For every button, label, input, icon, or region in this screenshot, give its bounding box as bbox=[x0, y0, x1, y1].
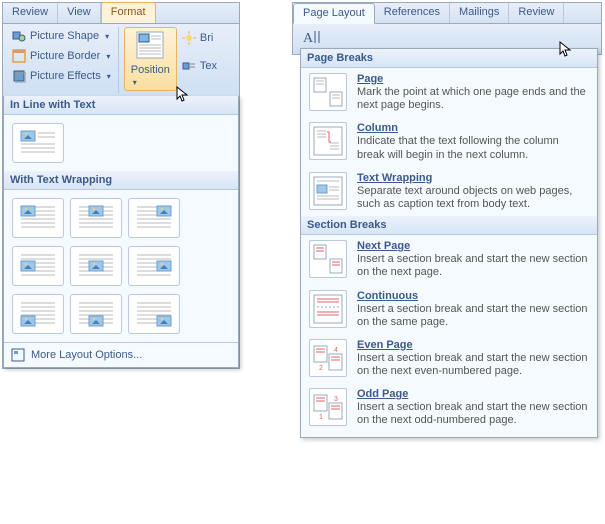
picture-border-button[interactable]: Picture Border▾ bbox=[8, 47, 115, 65]
position-option-5[interactable] bbox=[128, 246, 180, 286]
break-option-even-page[interactable]: 24Even PageInsert a section break and st… bbox=[301, 334, 597, 383]
break-icon: 24 bbox=[309, 339, 347, 377]
break-title: Next Page bbox=[357, 240, 589, 252]
tab-view[interactable]: View bbox=[58, 3, 101, 23]
breaks-menu: Page Breaks PageMark the point at which … bbox=[300, 48, 598, 438]
break-icon bbox=[309, 290, 347, 328]
break-icon bbox=[309, 122, 347, 160]
break-icon: 13 bbox=[309, 388, 347, 426]
svg-text:1: 1 bbox=[319, 414, 323, 421]
break-title: Text Wrapping bbox=[357, 172, 589, 184]
break-option-continuous[interactable]: ContinuousInsert a section break and sta… bbox=[301, 285, 597, 334]
position-option-6[interactable] bbox=[12, 294, 64, 334]
position-option-3[interactable] bbox=[12, 246, 64, 286]
position-option-2[interactable] bbox=[128, 198, 180, 238]
effects-icon bbox=[12, 69, 26, 83]
picture-shape-button[interactable]: Picture Shape▾ bbox=[8, 27, 115, 45]
break-title: Odd Page bbox=[357, 388, 589, 400]
section-breaks-header: Section Breaks bbox=[301, 216, 597, 235]
tab-page-layout[interactable]: Page Layout bbox=[293, 3, 375, 24]
tab-references[interactable]: References bbox=[375, 3, 450, 23]
break-title: Even Page bbox=[357, 339, 589, 351]
format-tabs: Review View Format bbox=[3, 3, 239, 24]
menu-header-wrap: With Text Wrapping bbox=[4, 171, 238, 190]
break-desc: Mark the point at which one page ends an… bbox=[357, 86, 589, 112]
layout-icon bbox=[11, 348, 25, 362]
picture-effects-button[interactable]: Picture Effects▾ bbox=[8, 67, 115, 85]
menu-header-inline: In Line with Text bbox=[4, 96, 238, 115]
shape-icon bbox=[12, 29, 26, 43]
break-title: Column bbox=[357, 122, 589, 134]
tab-mailings[interactable]: Mailings bbox=[450, 3, 509, 23]
break-title: Page bbox=[357, 73, 589, 85]
wrap-icon bbox=[182, 59, 196, 73]
break-desc: Insert a section break and start the new… bbox=[357, 303, 589, 329]
break-option-odd-page[interactable]: 13Odd PageInsert a section break and sta… bbox=[301, 383, 597, 432]
page-breaks-header: Page Breaks bbox=[301, 49, 597, 68]
break-desc: Indicate that the text following the col… bbox=[357, 135, 589, 161]
border-icon bbox=[12, 49, 26, 63]
tab-review2[interactable]: Review bbox=[509, 3, 564, 23]
position-inline[interactable] bbox=[12, 123, 64, 163]
svg-text:A: A bbox=[303, 31, 314, 46]
svg-text:3: 3 bbox=[334, 396, 338, 403]
position-option-7[interactable] bbox=[70, 294, 122, 334]
break-icon bbox=[309, 240, 347, 278]
break-icon bbox=[309, 172, 347, 210]
position-option-8[interactable] bbox=[128, 294, 180, 334]
textwrap-button[interactable]: Tex bbox=[182, 59, 217, 73]
break-desc: Insert a section break and start the new… bbox=[357, 401, 589, 427]
break-option-text-wrapping[interactable]: Text WrappingSeparate text around object… bbox=[301, 167, 597, 216]
break-option-next-page[interactable]: Next PageInsert a section break and star… bbox=[301, 235, 597, 284]
text-direction-icon[interactable]: A bbox=[301, 27, 325, 47]
svg-text:2: 2 bbox=[319, 365, 323, 372]
break-desc: Insert a section break and start the new… bbox=[357, 253, 589, 279]
position-menu: In Line with Text With Text Wrapping Mor… bbox=[3, 96, 239, 368]
position-option-1[interactable] bbox=[70, 198, 122, 238]
tab-format[interactable]: Format bbox=[101, 2, 156, 23]
brightness-button[interactable]: Bri bbox=[182, 31, 217, 45]
break-desc: Separate text around objects on web page… bbox=[357, 185, 589, 211]
break-desc: Insert a section break and start the new… bbox=[357, 352, 589, 378]
position-icon bbox=[135, 30, 165, 60]
more-layout-options[interactable]: More Layout Options... bbox=[4, 342, 238, 367]
position-option-0[interactable] bbox=[12, 198, 64, 238]
tab-review[interactable]: Review bbox=[3, 3, 58, 23]
position-button[interactable]: Position▾ bbox=[124, 27, 177, 91]
break-icon bbox=[309, 73, 347, 111]
brightness-icon bbox=[182, 31, 196, 45]
break-option-column[interactable]: ColumnIndicate that the text following t… bbox=[301, 117, 597, 166]
svg-text:4: 4 bbox=[334, 347, 338, 354]
position-option-4[interactable] bbox=[70, 246, 122, 286]
break-option-page[interactable]: PageMark the point at which one page end… bbox=[301, 68, 597, 117]
break-title: Continuous bbox=[357, 290, 589, 302]
layout-tabs: Page Layout References Mailings Review bbox=[293, 3, 601, 24]
